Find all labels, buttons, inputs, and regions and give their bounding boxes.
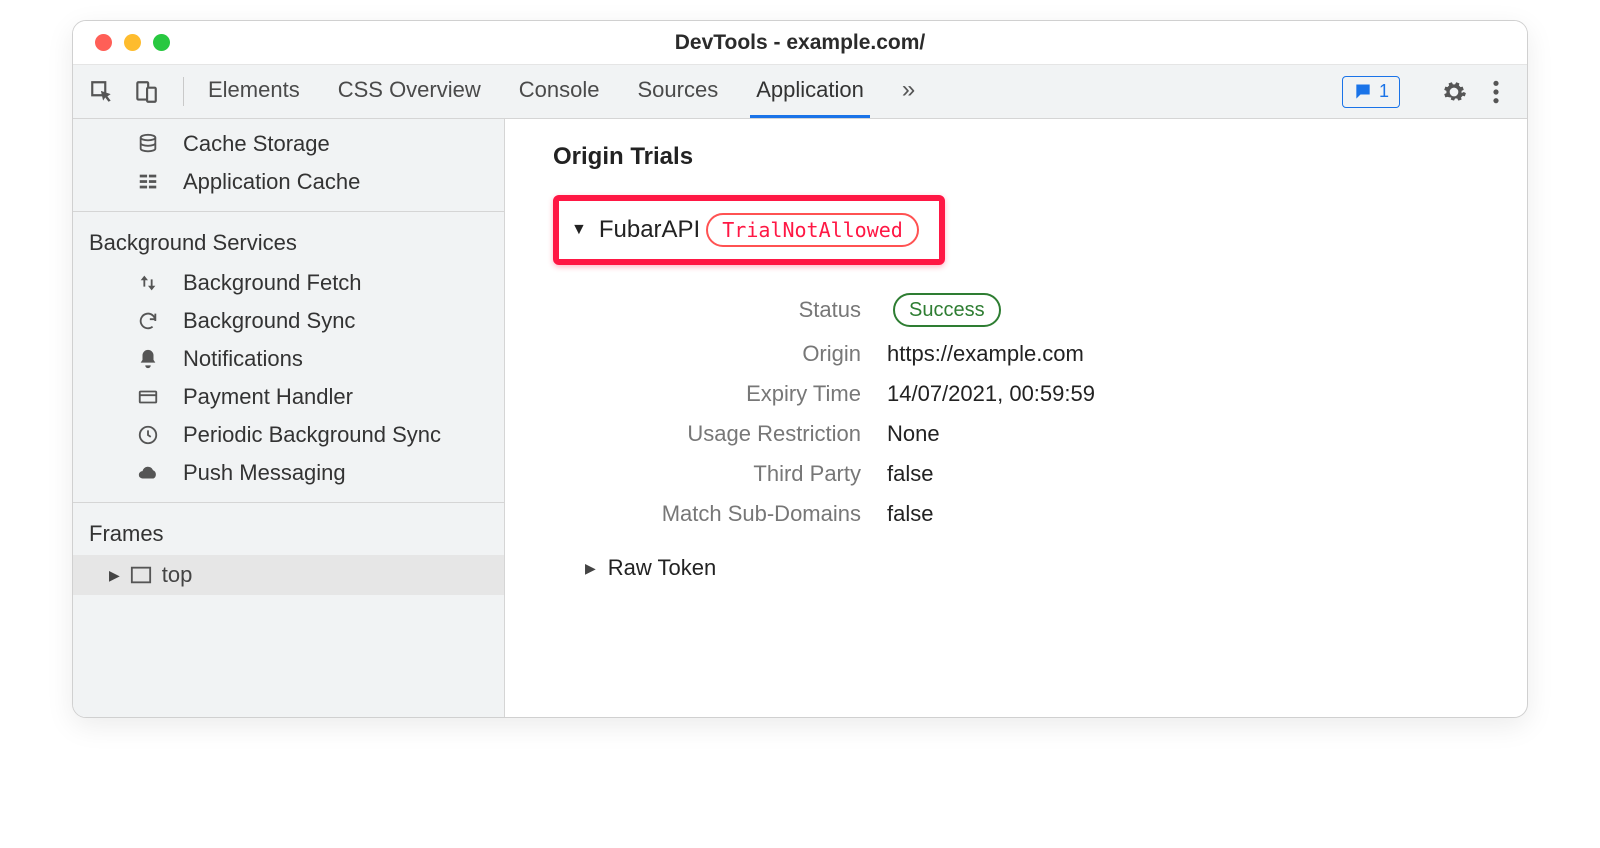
tab-application[interactable]: Application	[750, 65, 870, 118]
minimize-window-button[interactable]	[124, 34, 141, 51]
sidebar-heading-background-services: Background Services	[73, 218, 504, 264]
raw-token-label: Raw Token	[608, 555, 716, 581]
status-label: Status	[561, 297, 861, 323]
credit-card-icon	[135, 386, 161, 408]
titlebar: DevTools - example.com/	[73, 21, 1527, 65]
trial-details-table: Status Success Origin https://example.co…	[561, 293, 1479, 527]
tab-label: Console	[519, 77, 600, 103]
sidebar-item-label: Notifications	[183, 346, 303, 372]
panel-tabs: Elements CSS Overview Console Sources Ap…	[194, 65, 921, 118]
toolbar: Elements CSS Overview Console Sources Ap…	[73, 65, 1527, 119]
sidebar: Cache Storage Application Cache Backgrou…	[73, 119, 505, 717]
settings-button[interactable]	[1437, 75, 1471, 109]
bell-icon	[135, 348, 161, 370]
sidebar-item-label: Cache Storage	[183, 131, 330, 157]
usage-label: Usage Restriction	[561, 421, 861, 447]
sidebar-item-application-cache[interactable]: Application Cache	[73, 163, 504, 201]
issues-badge[interactable]: 1	[1342, 76, 1400, 108]
clock-icon	[135, 424, 161, 446]
sidebar-item-cache-storage[interactable]: Cache Storage	[73, 125, 504, 163]
main-panel: Origin Trials ▼ FubarAPI TrialNotAllowed…	[505, 119, 1527, 717]
third-party-label: Third Party	[561, 461, 861, 487]
chat-icon	[1353, 82, 1373, 102]
triangle-right-icon: ▶	[109, 567, 120, 584]
sidebar-heading-frames: Frames	[73, 509, 504, 555]
origin-value: https://example.com	[887, 341, 1479, 367]
chevron-double-right-icon: »	[902, 76, 915, 104]
sidebar-item-notifications[interactable]: Notifications	[73, 340, 504, 378]
sidebar-item-label: Application Cache	[183, 169, 360, 195]
panel-heading: Origin Trials	[553, 143, 1479, 171]
arrows-up-down-icon	[135, 272, 161, 294]
triangle-down-icon: ▼	[571, 221, 587, 239]
traffic-lights	[73, 34, 170, 51]
more-tabs-button[interactable]: »	[896, 65, 921, 118]
cloud-icon	[135, 462, 161, 484]
match-subdomains-label: Match Sub-Domains	[561, 501, 861, 527]
sidebar-item-label: Payment Handler	[183, 384, 353, 410]
usage-value: None	[887, 421, 1479, 447]
triangle-right-icon: ▶	[585, 560, 596, 577]
window-title: DevTools - example.com/	[675, 31, 926, 55]
match-subdomains-value: false	[887, 501, 1479, 527]
database-icon	[135, 133, 161, 155]
close-window-button[interactable]	[95, 34, 112, 51]
sidebar-item-push-messaging[interactable]: Push Messaging	[73, 454, 504, 492]
devtools-window: DevTools - example.com/ Elements CSS Ove…	[72, 20, 1528, 718]
sidebar-frame-top[interactable]: ▶ top	[73, 555, 504, 595]
tab-label: Sources	[637, 77, 718, 103]
inspect-element-button[interactable]	[85, 75, 119, 109]
maximize-window-button[interactable]	[153, 34, 170, 51]
frame-label: top	[162, 562, 193, 588]
sidebar-item-label: Background Fetch	[183, 270, 362, 296]
tab-label: CSS Overview	[338, 77, 481, 103]
sidebar-item-background-fetch[interactable]: Background Fetch	[73, 264, 504, 302]
sidebar-item-label: Push Messaging	[183, 460, 346, 486]
sidebar-item-label: Periodic Background Sync	[183, 422, 441, 448]
tab-label: Application	[756, 77, 864, 103]
more-options-button[interactable]	[1479, 75, 1513, 109]
origin-label: Origin	[561, 341, 861, 367]
kebab-icon	[1492, 79, 1500, 105]
tab-console[interactable]: Console	[513, 65, 606, 118]
tab-label: Elements	[208, 77, 300, 103]
toolbar-separator	[183, 77, 184, 106]
grid-icon	[135, 171, 161, 193]
frame-icon	[130, 565, 152, 585]
tab-sources[interactable]: Sources	[631, 65, 724, 118]
device-toolbar-button[interactable]	[129, 75, 163, 109]
third-party-value: false	[887, 461, 1479, 487]
trial-status-badge: TrialNotAllowed	[706, 213, 919, 247]
gear-icon	[1441, 79, 1467, 105]
sidebar-item-periodic-sync[interactable]: Periodic Background Sync	[73, 416, 504, 454]
issues-count: 1	[1379, 81, 1389, 102]
raw-token-toggle[interactable]: ▶ Raw Token	[585, 555, 1479, 581]
sidebar-item-payment-handler[interactable]: Payment Handler	[73, 378, 504, 416]
origin-trial-row-highlighted[interactable]: ▼ FubarAPI TrialNotAllowed	[553, 195, 945, 265]
tab-css-overview[interactable]: CSS Overview	[332, 65, 487, 118]
content-area: Cache Storage Application Cache Backgrou…	[73, 119, 1527, 717]
sidebar-item-background-sync[interactable]: Background Sync	[73, 302, 504, 340]
status-value-badge: Success	[893, 293, 1001, 327]
tab-elements[interactable]: Elements	[202, 65, 306, 118]
expiry-value: 14/07/2021, 00:59:59	[887, 381, 1479, 407]
trial-name: FubarAPI	[599, 216, 700, 244]
sidebar-item-label: Background Sync	[183, 308, 355, 334]
expiry-label: Expiry Time	[561, 381, 861, 407]
sync-icon	[135, 310, 161, 332]
